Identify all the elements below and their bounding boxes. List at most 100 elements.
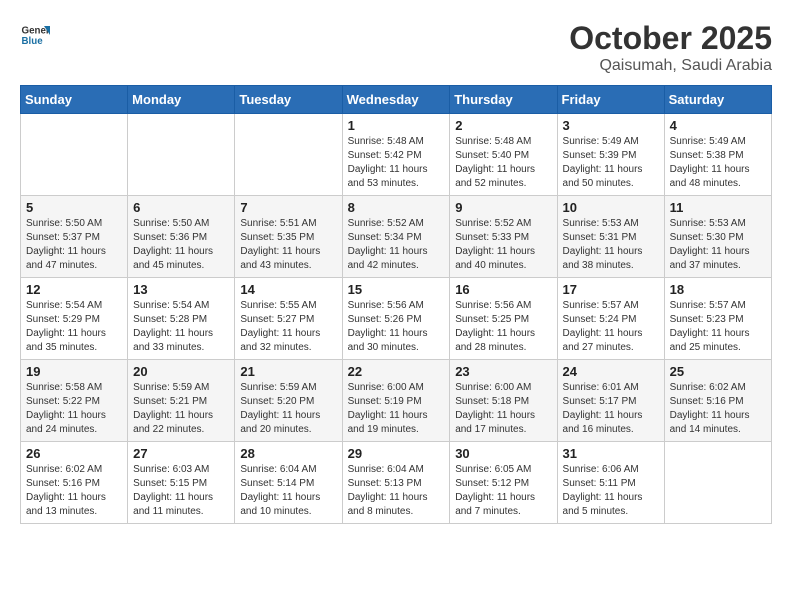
- logo: General Blue: [20, 20, 50, 50]
- day-number: 21: [240, 364, 336, 379]
- title-area: October 2025 Qaisumah, Saudi Arabia: [569, 20, 772, 75]
- day-number: 6: [133, 200, 229, 215]
- day-info: Sunrise: 6:06 AMSunset: 5:11 PMDaylight:…: [563, 463, 659, 519]
- calendar-cell: 24 Sunrise: 6:01 AMSunset: 5:17 PMDayligh…: [557, 360, 664, 442]
- calendar-cell: 21 Sunrise: 5:59 AMSunset: 5:20 PMDayligh…: [235, 360, 342, 442]
- calendar-cell: [128, 114, 235, 196]
- header: General Blue October 2025 Qaisumah, Saud…: [20, 20, 772, 75]
- day-number: 8: [348, 200, 445, 215]
- day-header-monday: Monday: [128, 86, 235, 114]
- calendar-cell: 26 Sunrise: 6:02 AMSunset: 5:16 PMDayligh…: [21, 442, 128, 524]
- week-row-0: 1Sunrise: 5:48 AMSunset: 5:42 PMDaylight…: [21, 114, 772, 196]
- day-number: 23: [455, 364, 551, 379]
- week-row-4: 26 Sunrise: 6:02 AMSunset: 5:16 PMDayligh…: [21, 442, 772, 524]
- calendar-cell: 6 Sunrise: 5:50 AMSunset: 5:36 PMDaylight…: [128, 196, 235, 278]
- day-info: Sunrise: 5:49 AMSunset: 5:38 PMDaylight:…: [670, 135, 766, 191]
- week-row-2: 12Sunrise: 5:54 AMSunset: 5:29 PMDayligh…: [21, 278, 772, 360]
- day-info: Sunrise: 5:54 AMSunset: 5:28 PMDaylight:…: [133, 299, 229, 355]
- day-number: 5: [26, 200, 122, 215]
- calendar-cell: 1Sunrise: 5:48 AMSunset: 5:42 PMDaylight…: [342, 114, 450, 196]
- day-number: 16: [455, 282, 551, 297]
- calendar-cell: 15 Sunrise: 5:56 AMSunset: 5:26 PMDayligh…: [342, 278, 450, 360]
- calendar-table: SundayMondayTuesdayWednesdayThursdayFrid…: [20, 85, 772, 524]
- day-info: Sunrise: 5:49 AMSunset: 5:39 PMDaylight:…: [563, 135, 659, 191]
- day-number: 7: [240, 200, 336, 215]
- day-info: Sunrise: 6:03 AMSunset: 5:15 PMDaylight:…: [133, 463, 229, 519]
- day-info: Sunrise: 5:50 AMSunset: 5:37 PMDaylight:…: [26, 217, 122, 273]
- day-info: Sunrise: 5:59 AMSunset: 5:21 PMDaylight:…: [133, 381, 229, 437]
- calendar-cell: 14 Sunrise: 5:55 AMSunset: 5:27 PMDayligh…: [235, 278, 342, 360]
- day-info: Sunrise: 5:52 AMSunset: 5:34 PMDaylight:…: [348, 217, 445, 273]
- week-row-1: 5 Sunrise: 5:50 AMSunset: 5:37 PMDaylight…: [21, 196, 772, 278]
- day-number: 3: [563, 118, 659, 133]
- day-number: 27: [133, 446, 229, 461]
- day-number: 26: [26, 446, 122, 461]
- day-info: Sunrise: 5:59 AMSunset: 5:20 PMDaylight:…: [240, 381, 336, 437]
- day-info: Sunrise: 5:52 AMSunset: 5:33 PMDaylight:…: [455, 217, 551, 273]
- day-number: 15: [348, 282, 445, 297]
- day-info: Sunrise: 6:02 AMSunset: 5:16 PMDaylight:…: [670, 381, 766, 437]
- svg-text:Blue: Blue: [22, 36, 44, 47]
- day-info: Sunrise: 5:57 AMSunset: 5:24 PMDaylight:…: [563, 299, 659, 355]
- logo-icon: General Blue: [20, 20, 50, 50]
- day-info: Sunrise: 5:58 AMSunset: 5:22 PMDaylight:…: [26, 381, 122, 437]
- day-number: 17: [563, 282, 659, 297]
- day-header-tuesday: Tuesday: [235, 86, 342, 114]
- calendar-cell: 4 Sunrise: 5:49 AMSunset: 5:38 PMDaylight…: [664, 114, 771, 196]
- day-header-thursday: Thursday: [450, 86, 557, 114]
- day-number: 28: [240, 446, 336, 461]
- day-header-saturday: Saturday: [664, 86, 771, 114]
- calendar-cell: 9 Sunrise: 5:52 AMSunset: 5:33 PMDaylight…: [450, 196, 557, 278]
- calendar-cell: [664, 442, 771, 524]
- day-info: Sunrise: 5:56 AMSunset: 5:25 PMDaylight:…: [455, 299, 551, 355]
- calendar-cell: 11Sunrise: 5:53 AMSunset: 5:30 PMDayligh…: [664, 196, 771, 278]
- day-info: Sunrise: 5:53 AMSunset: 5:31 PMDaylight:…: [563, 217, 659, 273]
- day-header-sunday: Sunday: [21, 86, 128, 114]
- calendar-cell: 25 Sunrise: 6:02 AMSunset: 5:16 PMDayligh…: [664, 360, 771, 442]
- day-number: 10: [563, 200, 659, 215]
- day-number: 9: [455, 200, 551, 215]
- calendar-cell: 28 Sunrise: 6:04 AMSunset: 5:14 PMDayligh…: [235, 442, 342, 524]
- calendar-cell: 27 Sunrise: 6:03 AMSunset: 5:15 PMDayligh…: [128, 442, 235, 524]
- day-number: 2: [455, 118, 551, 133]
- day-info: Sunrise: 6:04 AMSunset: 5:14 PMDaylight:…: [240, 463, 336, 519]
- day-number: 20: [133, 364, 229, 379]
- day-number: 19: [26, 364, 122, 379]
- calendar-cell: 31 Sunrise: 6:06 AMSunset: 5:11 PMDayligh…: [557, 442, 664, 524]
- day-info: Sunrise: 5:55 AMSunset: 5:27 PMDaylight:…: [240, 299, 336, 355]
- calendar-cell: 29Sunrise: 6:04 AMSunset: 5:13 PMDayligh…: [342, 442, 450, 524]
- day-number: 4: [670, 118, 766, 133]
- day-number: 25: [670, 364, 766, 379]
- day-number: 14: [240, 282, 336, 297]
- day-number: 24: [563, 364, 659, 379]
- day-header-friday: Friday: [557, 86, 664, 114]
- day-info: Sunrise: 5:56 AMSunset: 5:26 PMDaylight:…: [348, 299, 445, 355]
- day-info: Sunrise: 5:48 AMSunset: 5:40 PMDaylight:…: [455, 135, 551, 191]
- calendar-cell: 19 Sunrise: 5:58 AMSunset: 5:22 PMDayligh…: [21, 360, 128, 442]
- calendar-cell: 7 Sunrise: 5:51 AMSunset: 5:35 PMDaylight…: [235, 196, 342, 278]
- calendar-cell: 3 Sunrise: 5:49 AMSunset: 5:39 PMDaylight…: [557, 114, 664, 196]
- month-title: October 2025: [569, 20, 772, 57]
- calendar-cell: 5 Sunrise: 5:50 AMSunset: 5:37 PMDaylight…: [21, 196, 128, 278]
- calendar-cell: 22Sunrise: 6:00 AMSunset: 5:19 PMDayligh…: [342, 360, 450, 442]
- calendar-cell: 17 Sunrise: 5:57 AMSunset: 5:24 PMDayligh…: [557, 278, 664, 360]
- day-number: 13: [133, 282, 229, 297]
- calendar-cell: 2 Sunrise: 5:48 AMSunset: 5:40 PMDaylight…: [450, 114, 557, 196]
- day-info: Sunrise: 5:51 AMSunset: 5:35 PMDaylight:…: [240, 217, 336, 273]
- calendar-cell: 23 Sunrise: 6:00 AMSunset: 5:18 PMDayligh…: [450, 360, 557, 442]
- day-info: Sunrise: 6:05 AMSunset: 5:12 PMDaylight:…: [455, 463, 551, 519]
- day-info: Sunrise: 6:01 AMSunset: 5:17 PMDaylight:…: [563, 381, 659, 437]
- day-number: 30: [455, 446, 551, 461]
- day-number: 22: [348, 364, 445, 379]
- calendar-cell: [21, 114, 128, 196]
- location-title: Qaisumah, Saudi Arabia: [569, 57, 772, 75]
- calendar-cell: 16 Sunrise: 5:56 AMSunset: 5:25 PMDayligh…: [450, 278, 557, 360]
- calendar-cell: [235, 114, 342, 196]
- day-info: Sunrise: 5:50 AMSunset: 5:36 PMDaylight:…: [133, 217, 229, 273]
- day-header-wednesday: Wednesday: [342, 86, 450, 114]
- day-number: 31: [563, 446, 659, 461]
- day-info: Sunrise: 6:02 AMSunset: 5:16 PMDaylight:…: [26, 463, 122, 519]
- calendar-cell: 10 Sunrise: 5:53 AMSunset: 5:31 PMDayligh…: [557, 196, 664, 278]
- day-info: Sunrise: 6:00 AMSunset: 5:18 PMDaylight:…: [455, 381, 551, 437]
- calendar-cell: 18Sunrise: 5:57 AMSunset: 5:23 PMDayligh…: [664, 278, 771, 360]
